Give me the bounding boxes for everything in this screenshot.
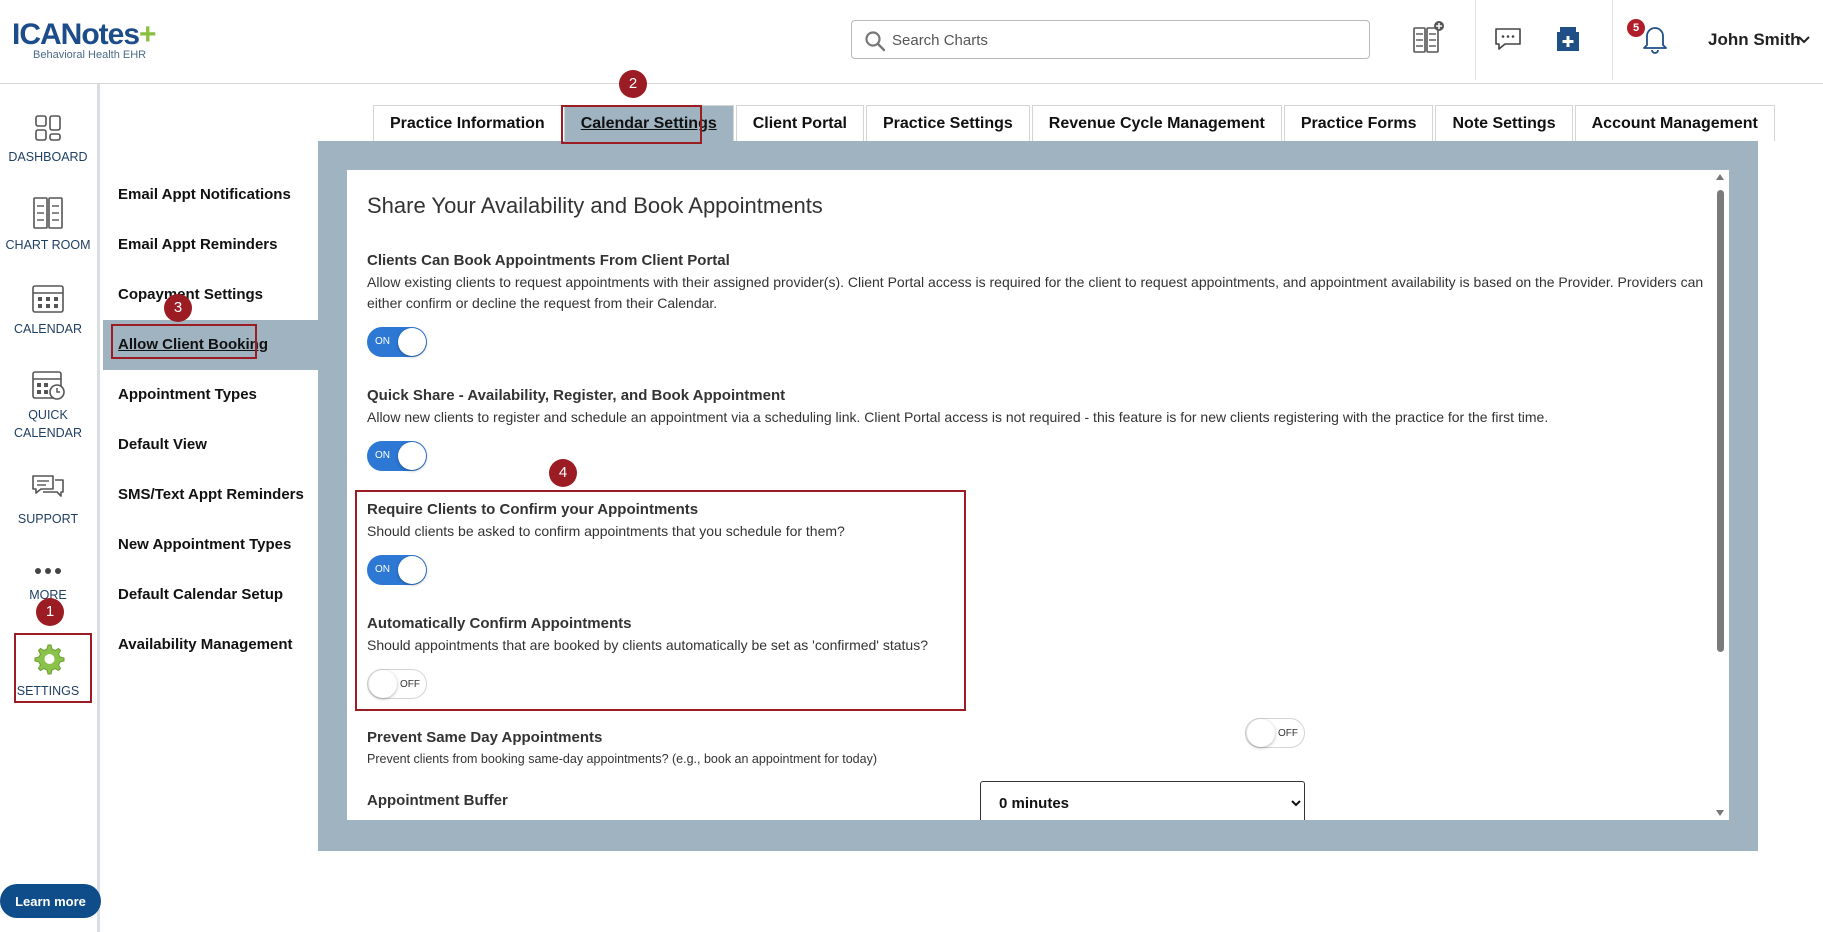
tab-note-settings[interactable]: Note Settings [1435, 105, 1573, 141]
search-input[interactable] [892, 30, 1352, 50]
rail-label: QUICK CALENDAR [13, 408, 83, 440]
rail-item-calendar[interactable]: CALENDAR [0, 282, 96, 338]
tab-practice-forms[interactable]: Practice Forms [1283, 105, 1434, 141]
message-icon[interactable] [1490, 20, 1526, 56]
subnav-label: New Appointment Types [118, 536, 292, 553]
subnav-label: Email Appt Notifications [118, 186, 291, 203]
rail-label: DASHBOARD [8, 150, 88, 164]
rail-label: SUPPORT [17, 512, 79, 526]
header-divider [1475, 0, 1476, 80]
tab-account-management[interactable]: Account Management [1574, 105, 1775, 141]
setting-title: Prevent Same Day Appointments [367, 729, 603, 746]
calendar-icon [32, 285, 64, 313]
setting-prevent-same-day: Prevent Same Day Appointments Prevent cl… [367, 729, 1167, 770]
setting-description: Allow existing clients to request appoin… [367, 274, 1704, 311]
subnav-label: Email Appt Reminders [118, 236, 278, 253]
subnav-item-appointment-types[interactable]: Appointment Types [103, 370, 318, 420]
learn-more-button[interactable]: Learn more [0, 884, 101, 918]
subnav-label: SMS/Text Appt Reminders [118, 486, 304, 503]
more-icon [35, 568, 61, 574]
setting-appointment-buffer: Appointment Buffer [367, 792, 967, 809]
toggle-client-portal-booking[interactable]: ON [367, 327, 427, 357]
toggle-quick-share[interactable]: ON [367, 441, 427, 471]
chart-room-icon [33, 197, 63, 229]
logo-subtitle: Behavioral Health EHR [33, 49, 147, 61]
subnav-item-availability-management[interactable]: Availability Management [103, 620, 318, 670]
tab-revenue-cycle-management[interactable]: Revenue Cycle Management [1031, 105, 1282, 141]
tab-client-portal[interactable]: Client Portal [735, 105, 864, 141]
highlight-allow-client-booking [111, 324, 257, 359]
step-marker-4: 4 [549, 459, 577, 487]
subnav-item-default-calendar-setup[interactable]: Default Calendar Setup [103, 570, 318, 620]
header-divider [1612, 0, 1613, 80]
rail-label: CALENDAR [13, 322, 83, 336]
toggle-knob [398, 328, 426, 356]
toggle-knob [398, 442, 426, 470]
toggle-label: ON [375, 336, 390, 347]
highlight-confirm-settings [355, 490, 966, 711]
settings-subnav: Email Appt Notifications Email Appt Remi… [103, 170, 318, 670]
toggle-label: ON [375, 450, 390, 461]
rail-item-support[interactable]: SUPPORT [0, 472, 96, 528]
subnav-label: Copayment Settings [118, 286, 264, 303]
search-icon [865, 31, 886, 52]
step-marker-1: 1 [36, 598, 64, 626]
dashboard-icon [35, 115, 61, 141]
setting-description: Allow new clients to register and schedu… [367, 409, 1549, 425]
user-menu[interactable]: John Smith [1708, 30, 1801, 50]
quick-calendar-icon [32, 371, 65, 400]
highlight-settings [14, 633, 92, 703]
subnav-item-default-view[interactable]: Default View [103, 420, 318, 470]
subnav-label: Default View [118, 436, 207, 453]
setting-title: Clients Can Book Appointments From Clien… [367, 252, 730, 269]
left-rail: DASHBOARD CHART ROOM CALENDAR QUICK CALE… [0, 84, 101, 932]
scroll-up-arrow-icon[interactable] [1716, 174, 1724, 180]
chart-add-icon[interactable] [1410, 20, 1446, 56]
scroll-down-arrow-icon[interactable] [1716, 810, 1724, 816]
tab-practice-settings[interactable]: Practice Settings [865, 105, 1030, 141]
prescription-icon[interactable] [1550, 20, 1586, 56]
subnav-item-copayment-settings[interactable]: Copayment Settings [103, 270, 318, 320]
appointment-buffer-select[interactable]: 0 minutes [980, 781, 1305, 820]
step-marker-2: 2 [619, 70, 647, 98]
setting-title: Appointment Buffer [367, 792, 508, 809]
support-icon [32, 475, 64, 497]
search-box[interactable] [851, 20, 1370, 59]
subnav-label: Availability Management [118, 636, 293, 653]
rail-item-chart-room[interactable]: CHART ROOM [0, 196, 96, 254]
logo-plus: + [139, 18, 157, 51]
chevron-down-icon[interactable] [1797, 33, 1811, 47]
rail-label: CHART ROOM [5, 238, 91, 252]
notification-badge: 5 [1627, 19, 1645, 37]
setting-quick-share: Quick Share - Availability, Register, an… [367, 387, 1707, 428]
highlight-calendar-settings-tab [561, 105, 702, 144]
logo-text: ICANotes [12, 18, 140, 51]
rail-item-dashboard[interactable]: DASHBOARD [0, 114, 96, 166]
subnav-item-sms-text-appt-reminders[interactable]: SMS/Text Appt Reminders [103, 470, 318, 520]
subnav-item-email-appt-reminders[interactable]: Email Appt Reminders [103, 220, 318, 270]
subnav-item-new-appointment-types[interactable]: New Appointment Types [103, 520, 318, 570]
toggle-knob [1247, 719, 1275, 747]
top-header: ICANotes+ Behavioral Health EHR Search C… [0, 0, 1823, 84]
tab-practice-information[interactable]: Practice Information [373, 105, 562, 141]
subnav-item-email-appt-notifications[interactable]: Email Appt Notifications [103, 170, 318, 220]
toggle-label: OFF [1278, 728, 1298, 739]
setting-title: Quick Share - Availability, Register, an… [367, 387, 786, 404]
toggle-prevent-same-day[interactable]: OFF [1245, 718, 1305, 748]
step-marker-3: 3 [164, 294, 192, 322]
subnav-label: Default Calendar Setup [118, 586, 284, 603]
scroll-thumb[interactable] [1717, 190, 1724, 652]
panel-title: Share Your Availability and Book Appoint… [367, 193, 823, 218]
icanotes-logo[interactable]: ICANotes+ Behavioral Health EHR [12, 18, 172, 64]
setting-client-portal-booking: Clients Can Book Appointments From Clien… [367, 252, 1707, 314]
subnav-label: Appointment Types [118, 386, 257, 403]
setting-description: Prevent clients from booking same-day ap… [367, 752, 878, 766]
rail-item-quick-calendar[interactable]: QUICK CALENDAR [0, 368, 96, 442]
